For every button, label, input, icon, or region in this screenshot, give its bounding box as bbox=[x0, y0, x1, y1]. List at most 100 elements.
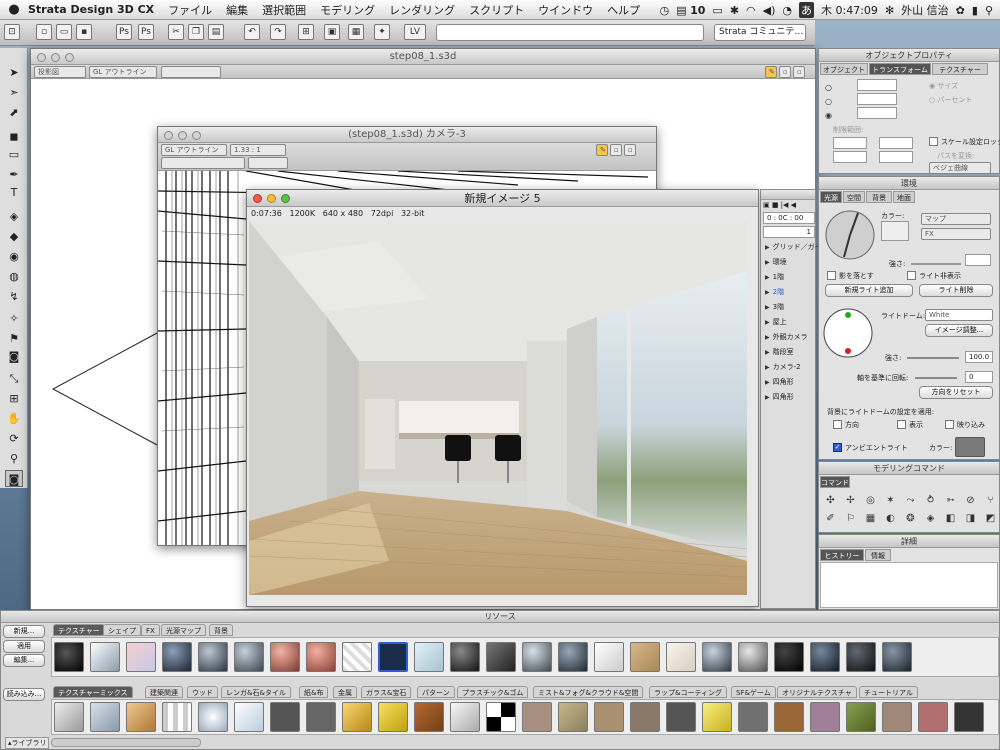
skin-tool-icon[interactable]: ◍ bbox=[5, 268, 23, 285]
new-light-button[interactable]: 新規ライト追加 bbox=[825, 284, 913, 297]
lathe-tool-icon[interactable]: ◈ bbox=[5, 208, 23, 225]
image-adjust-button[interactable]: イメージ調整... bbox=[925, 324, 993, 337]
size-radio-label[interactable]: ◉ サイズ bbox=[929, 81, 958, 91]
menu-rendering[interactable]: レンダリング bbox=[389, 2, 455, 18]
swatch-wood-light[interactable] bbox=[630, 642, 660, 672]
lib-tab-texture-mix[interactable]: テクスチャーミックス bbox=[53, 686, 133, 698]
tree-item-stairwell[interactable]: ▶ 階段室 bbox=[765, 347, 794, 357]
lib-swatch-13[interactable] bbox=[486, 702, 516, 732]
undo-icon[interactable]: ↶ bbox=[244, 24, 260, 40]
hide-light-checkbox[interactable] bbox=[907, 271, 916, 280]
cut-icon[interactable]: ✂ bbox=[168, 24, 184, 40]
rectangle-tool-icon[interactable]: ▭ bbox=[5, 146, 23, 163]
tab-ground[interactable]: 地面 bbox=[893, 191, 915, 203]
wifi-icon[interactable]: ◠ bbox=[746, 4, 756, 17]
minimize-icon[interactable] bbox=[178, 131, 187, 140]
lib-swatch-3[interactable] bbox=[126, 702, 156, 732]
menu-clock[interactable]: 木 0:47:09 bbox=[821, 2, 878, 18]
menu-file[interactable]: ファイル bbox=[168, 2, 212, 18]
swatch-sphere-dark[interactable] bbox=[162, 642, 192, 672]
camera-pan-buttons[interactable] bbox=[248, 157, 288, 169]
camera-tool-icon[interactable]: ◙ bbox=[5, 348, 23, 365]
view-grid-icon[interactable]: ▫ bbox=[624, 144, 636, 156]
lib-swatch-18[interactable] bbox=[666, 702, 696, 732]
path-tool-icon[interactable]: ↯ bbox=[5, 288, 23, 305]
zoom-icon[interactable] bbox=[281, 194, 290, 203]
lib-tab-plastic[interactable]: プラスチック&ゴム bbox=[457, 686, 529, 698]
dome-strength-slider[interactable] bbox=[907, 357, 959, 359]
menu-script[interactable]: スクリプト bbox=[469, 2, 524, 18]
lib-swatch-21[interactable] bbox=[774, 702, 804, 732]
res-tab-fx[interactable]: FX bbox=[141, 624, 160, 636]
lib-tab-metal[interactable]: 金属 bbox=[333, 686, 357, 698]
lib-swatch-1[interactable] bbox=[54, 702, 84, 732]
cmd-twist-icon[interactable]: ⥁ bbox=[923, 494, 938, 507]
apply-resource-button[interactable]: 適用 bbox=[3, 640, 45, 653]
text-tool-icon[interactable]: T bbox=[5, 184, 23, 201]
photoshop-icon[interactable]: Ps bbox=[116, 24, 132, 40]
swatch-night-selected[interactable] bbox=[378, 642, 408, 672]
cmd-bevel-icon[interactable]: ◩ bbox=[983, 512, 998, 525]
menu-help[interactable]: ヘルプ bbox=[607, 2, 640, 18]
swatch-sphere-grey[interactable] bbox=[198, 642, 228, 672]
rotate-axis-slider[interactable] bbox=[915, 377, 957, 379]
lib-swatch-8[interactable] bbox=[306, 702, 336, 732]
delete-light-button[interactable]: ライト削除 bbox=[919, 284, 993, 297]
clamp-max-y[interactable] bbox=[879, 151, 913, 163]
copy-icon[interactable]: ❐ bbox=[188, 24, 204, 40]
zoom-icon[interactable] bbox=[192, 131, 201, 140]
live-view-icon[interactable]: LV bbox=[404, 24, 426, 40]
lib-tab-architecture[interactable]: 建築関連 bbox=[145, 686, 183, 698]
ime-indicator[interactable]: あ bbox=[799, 2, 815, 18]
tab-light[interactable]: 光源 bbox=[820, 191, 842, 203]
res-tab-background[interactable]: 背景 bbox=[209, 624, 233, 636]
tab-transform[interactable]: トランスフォーム bbox=[869, 63, 931, 75]
view-option-icon[interactable]: ▫ bbox=[610, 144, 622, 156]
swatch-ice[interactable] bbox=[414, 642, 444, 672]
scale-lock-checkbox[interactable] bbox=[929, 137, 938, 146]
lib-swatch-16[interactable] bbox=[594, 702, 624, 732]
swatch-slate[interactable] bbox=[486, 642, 516, 672]
apply-display-checkbox[interactable] bbox=[897, 420, 906, 429]
cmd-smooth-icon[interactable]: ◐ bbox=[883, 512, 898, 525]
app-menu[interactable]: Strata Design 3D CX bbox=[28, 3, 154, 16]
spotlight-search-icon[interactable]: ⚲ bbox=[985, 4, 993, 17]
tab-object[interactable]: オブジェクト bbox=[820, 63, 868, 75]
battery-icon[interactable]: ▮ bbox=[972, 4, 978, 17]
render-settings-icon[interactable]: ▦ bbox=[348, 24, 364, 40]
timeline-time[interactable]: 0 : 0C : 00 bbox=[763, 212, 815, 224]
swatch-sphere-silver[interactable] bbox=[234, 642, 264, 672]
cmd-shell-icon[interactable]: ◨ bbox=[963, 512, 978, 525]
cmd-ball-icon[interactable]: ❂ bbox=[903, 512, 918, 525]
sweep-tool-icon[interactable]: ◉ bbox=[5, 248, 23, 265]
tree-item-rectangle-2[interactable]: ▶ 四角形 bbox=[765, 392, 794, 402]
library-dropdown[interactable]: ▴ライブラリ bbox=[5, 737, 49, 749]
select-icon[interactable]: ⊡ bbox=[4, 24, 20, 40]
tree-item-grid[interactable]: ▶ グリッド／ガイ bbox=[765, 242, 822, 252]
tab-background[interactable]: 背景 bbox=[866, 191, 892, 203]
res-tab-lightmap[interactable]: 光源マップ bbox=[161, 624, 206, 636]
swatch-chrome[interactable] bbox=[90, 642, 120, 672]
clamp-min-x[interactable] bbox=[833, 137, 867, 149]
light-direction-sphere[interactable] bbox=[825, 207, 875, 263]
scale-radio[interactable]: ◉ bbox=[821, 109, 836, 122]
swatch-pastel[interactable] bbox=[126, 642, 156, 672]
tab-texture[interactable]: テクスチャー bbox=[932, 63, 988, 75]
tree-item-roof[interactable]: ▶ 屋上 bbox=[765, 317, 787, 327]
cmd-bend-icon[interactable]: ⤳ bbox=[903, 494, 918, 507]
cmd-boolean-icon[interactable]: ◈ bbox=[923, 512, 938, 525]
paint-tool-icon[interactable]: ⚑ bbox=[5, 330, 23, 347]
res-tab-texture[interactable]: テクスチャー bbox=[53, 624, 105, 636]
swatch-sphere-dusk[interactable] bbox=[882, 642, 912, 672]
dome-strength-field[interactable]: 100.0 bbox=[965, 351, 993, 363]
bluetooth-icon[interactable]: ✱ bbox=[730, 4, 739, 17]
frame-icon[interactable]: ⊞ bbox=[298, 24, 314, 40]
lib-tab-mist[interactable]: ミスト&フォグ&クラウド&空間 bbox=[533, 686, 644, 698]
lib-tab-tutorial[interactable]: チュートリアル bbox=[859, 686, 918, 698]
swatch-sphere-navy[interactable] bbox=[810, 642, 840, 672]
clamp-min-y[interactable] bbox=[833, 151, 867, 163]
arrow-tool-icon[interactable]: ➤ bbox=[5, 64, 23, 81]
rotate-view-tool-icon[interactable]: ⟳ bbox=[5, 430, 23, 447]
lib-tab-glass[interactable]: ガラス&宝石 bbox=[361, 686, 412, 698]
lib-tab-paper[interactable]: 紙&布 bbox=[299, 686, 329, 698]
